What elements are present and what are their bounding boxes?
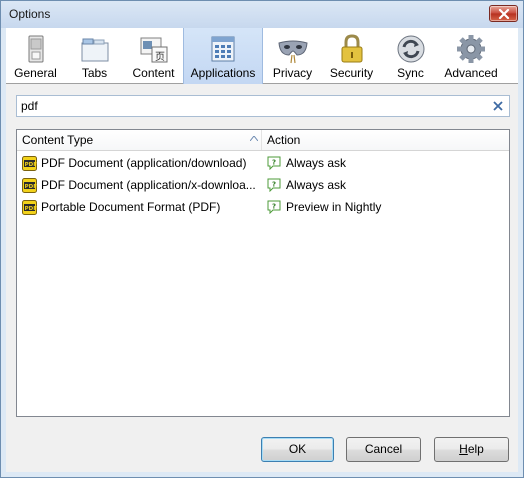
window-title: Options xyxy=(9,7,51,21)
pane-security-label: Security xyxy=(329,66,374,80)
options-window: Options General Tabs 页 Content Applicati… xyxy=(0,0,524,478)
column-header-action[interactable]: Action xyxy=(262,130,509,150)
content-type-cell: PDF Document (application/x-downloa... xyxy=(41,178,256,192)
pane-tabs-button[interactable]: Tabs xyxy=(65,28,124,84)
close-button[interactable] xyxy=(489,5,518,22)
pane-privacy-label: Privacy xyxy=(272,66,313,80)
svg-text:?: ? xyxy=(272,159,276,167)
pane-applications-label: Applications xyxy=(190,66,256,80)
content-icon: 页 xyxy=(140,37,167,63)
gear-icon xyxy=(457,35,485,63)
clear-search-icon[interactable] xyxy=(492,100,504,112)
handlers-list: Content Type Action PDF PDF Document (ap… xyxy=(16,129,510,417)
content-type-cell: Portable Document Format (PDF) xyxy=(41,200,221,214)
pane-advanced-label: Advanced xyxy=(444,66,498,80)
pane-applications-button[interactable]: Applications xyxy=(183,28,263,84)
pane-advanced-button[interactable]: Advanced xyxy=(440,28,502,84)
column-header-content-type[interactable]: Content Type xyxy=(17,130,262,150)
pane-privacy-button[interactable]: Privacy xyxy=(263,28,322,84)
cancel-button[interactable]: Cancel xyxy=(346,437,421,462)
preview-icon: ? xyxy=(267,200,281,214)
search-box[interactable] xyxy=(16,95,510,117)
general-icon xyxy=(28,35,43,63)
title-bar[interactable]: Options xyxy=(1,1,523,28)
pdf-icon: PDF xyxy=(22,156,37,171)
padlock-icon xyxy=(341,34,362,63)
pane-general-label: General xyxy=(14,66,57,80)
pane-content-button[interactable]: 页 Content xyxy=(124,28,183,84)
help-label: elp xyxy=(467,442,484,456)
pane-content-label: Content xyxy=(132,66,175,80)
svg-text:PDF: PDF xyxy=(25,206,37,212)
search-input[interactable] xyxy=(21,98,481,114)
sort-ascending-icon xyxy=(250,136,258,141)
ask-icon: ? xyxy=(267,156,281,170)
tabs-icon xyxy=(81,38,108,62)
svg-text:PDF: PDF xyxy=(25,184,37,190)
svg-text:?: ? xyxy=(272,181,276,189)
pane-general-button[interactable]: General xyxy=(6,28,65,84)
action-cell[interactable]: Always ask xyxy=(286,152,486,174)
content-type-cell: PDF Document (application/download) xyxy=(41,156,247,170)
pane-sync-button[interactable]: Sync xyxy=(381,28,440,84)
svg-text:页: 页 xyxy=(155,51,165,63)
svg-text:PDF: PDF xyxy=(25,162,37,168)
pane-toolbar: General Tabs 页 Content Applications Priv… xyxy=(6,28,518,84)
help-button[interactable]: Help xyxy=(434,437,509,462)
pane-tabs-label: Tabs xyxy=(81,66,108,80)
dialog-client-area: General Tabs 页 Content Applications Priv… xyxy=(6,28,518,472)
table-row[interactable]: PDF PDF Document (application/x-downloa.… xyxy=(17,174,509,196)
applications-icon xyxy=(211,36,235,62)
privacy-mask-icon xyxy=(277,40,308,64)
action-cell[interactable]: Always ask xyxy=(286,174,486,196)
list-header: Content Type Action xyxy=(17,130,509,151)
pane-sync-label: Sync xyxy=(397,66,424,80)
table-row[interactable]: PDF PDF Document (application/download) … xyxy=(17,152,509,174)
help-mnemonic: H xyxy=(459,442,468,456)
pdf-icon: PDF xyxy=(22,178,37,193)
ask-icon: ? xyxy=(267,178,281,192)
svg-text:?: ? xyxy=(272,203,276,211)
pdf-icon: PDF xyxy=(22,200,37,215)
pane-security-button[interactable]: Security xyxy=(322,28,381,84)
close-icon xyxy=(498,9,510,19)
table-row[interactable]: PDF Portable Document Format (PDF) ? Pre… xyxy=(17,196,509,218)
sync-icon xyxy=(397,35,424,63)
action-cell[interactable]: Preview in Nightly xyxy=(286,196,486,218)
ok-button[interactable]: OK xyxy=(261,437,334,462)
